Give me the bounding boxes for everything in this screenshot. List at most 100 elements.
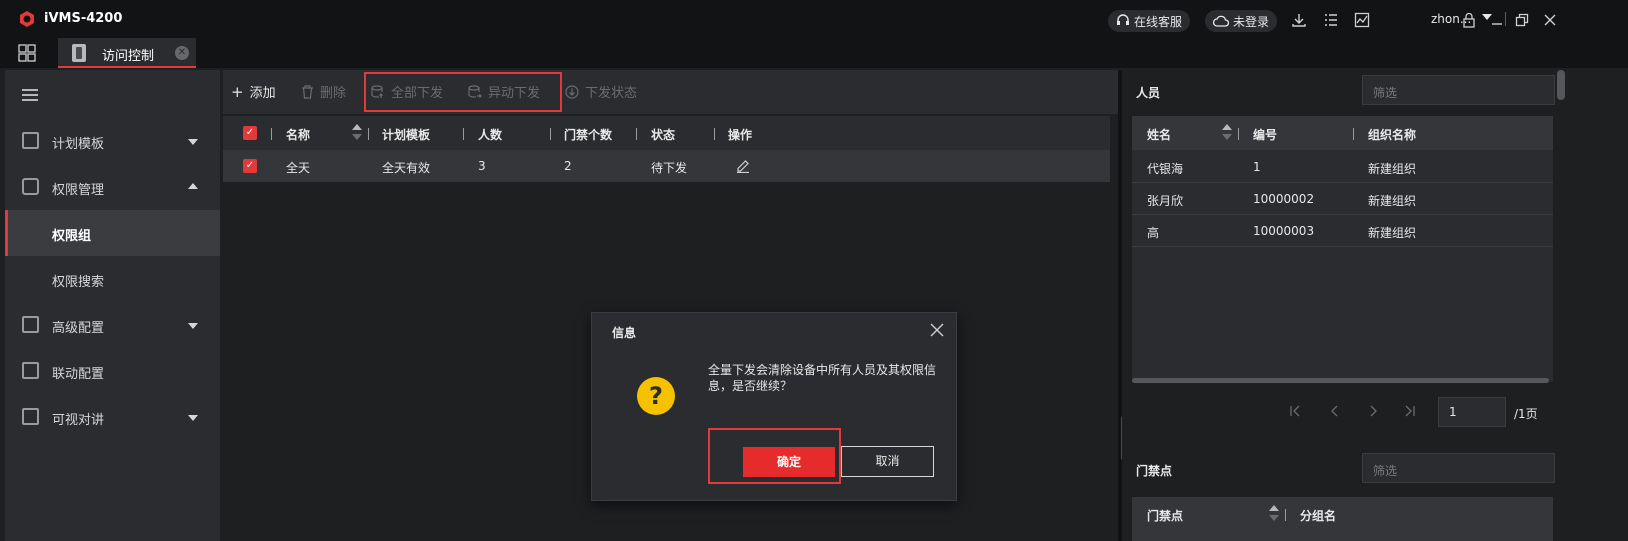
sidebar-item-permission-group[interactable]: 权限组 [5, 210, 220, 256]
headset-icon [1117, 14, 1129, 25]
tab-close-icon[interactable]: ✕ [175, 46, 189, 60]
cell-org: 新建组织 [1368, 162, 1417, 176]
monitor-chart-icon[interactable] [1353, 11, 1371, 29]
cell-person-name: 张月欣 [1147, 194, 1184, 208]
delete-button[interactable]: 删除 [301, 82, 346, 101]
menu-toggle-icon[interactable] [22, 89, 38, 101]
sidebar-item-permission-search[interactable]: 权限搜索 [5, 256, 220, 302]
cell-people: 3 [478, 159, 486, 173]
sidebar-item-linkage-config[interactable]: 联动配置 [5, 348, 220, 394]
intercom-icon [22, 408, 39, 425]
sidebar-item-permission-management[interactable]: 权限管理 [5, 164, 220, 210]
sidebar: 计划模板 权限管理 权限组 权限搜索 高级配置 联动配置 可视对讲 [5, 70, 220, 541]
sort-icon[interactable] [352, 122, 362, 144]
column-divider [550, 128, 551, 140]
tab-label: 访问控制 [102, 49, 155, 64]
chevron-down-icon [188, 415, 198, 421]
table-row[interactable]: 高 10000003 新建组织 [1132, 215, 1553, 247]
table-row[interactable]: 张月欣 10000002 新建组织 [1132, 183, 1553, 215]
sidebar-item-label: 权限搜索 [52, 275, 105, 290]
apply-status-label: 下发状态 [585, 86, 638, 101]
toolbar: + 添加 删除 全部下发 异动下发 下发状态 [223, 70, 1118, 114]
close-icon[interactable] [929, 322, 945, 338]
plus-icon: + [231, 82, 244, 101]
task-list-icon[interactable] [1322, 11, 1340, 29]
previous-page-icon[interactable] [1328, 404, 1342, 418]
online-service-button[interactable]: 在线客服 [1108, 10, 1191, 32]
app-title: iVMS-4200 [44, 11, 123, 26]
select-all-checkbox[interactable]: ✓ [243, 126, 257, 140]
horizontal-scrollbar[interactable] [1132, 378, 1549, 383]
sidebar-item-label: 高级配置 [52, 321, 105, 336]
edit-icon[interactable] [736, 159, 750, 173]
cell-person-id: 10000003 [1253, 224, 1315, 238]
column-divider [1285, 509, 1286, 521]
people-table: 姓名 编号 组织名称 代银海 1 新建组织 张月欣 10000002 新建组织 … [1132, 116, 1553, 382]
row-checkbox[interactable]: ✓ [243, 159, 257, 173]
sidebar-item-schedule-template[interactable]: 计划模板 [5, 118, 220, 164]
sort-icon[interactable] [1269, 503, 1279, 525]
add-label: 添加 [249, 86, 276, 101]
add-button[interactable]: + 添加 [231, 82, 276, 102]
restore-icon[interactable] [1513, 11, 1531, 29]
close-icon[interactable] [1541, 11, 1559, 29]
chevron-down-icon [188, 323, 198, 329]
login-button[interactable]: 未登录 [1205, 10, 1278, 32]
tab-access-control[interactable]: 访问控制 ✕ [58, 38, 196, 68]
last-page-icon[interactable] [1403, 404, 1417, 418]
minimize-icon[interactable] [1488, 11, 1506, 29]
doors-filter-input[interactable]: 筛选 [1362, 453, 1555, 483]
cell-name: 全天 [286, 161, 311, 175]
linkage-icon [22, 362, 39, 379]
column-divider [636, 128, 637, 140]
doors-table-header: 门禁点 分组名 [1132, 497, 1553, 541]
cloud-icon [1213, 15, 1229, 27]
column-header-door[interactable]: 门禁点 [1147, 507, 1183, 524]
window-edge [1567, 70, 1628, 541]
tab-bar: 访问控制 ✕ [0, 36, 1628, 68]
first-page-icon[interactable] [1288, 404, 1302, 418]
column-divider [1238, 128, 1239, 140]
column-divider [271, 128, 272, 140]
lock-icon[interactable] [1460, 11, 1478, 29]
chevron-down-icon [188, 139, 198, 145]
column-header-org: 组织名称 [1368, 128, 1417, 142]
cancel-button[interactable]: 取消 [841, 446, 934, 477]
column-header-name[interactable]: 名称 [286, 126, 310, 143]
table-row[interactable]: ✓ 全天 全天有效 3 2 待下发 [223, 150, 1110, 182]
cell-status: 待下发 [651, 161, 688, 175]
next-page-icon[interactable] [1366, 404, 1380, 418]
doors-table: 门禁点 分组名 [1132, 497, 1553, 541]
column-header-group: 分组名 [1300, 509, 1337, 523]
people-table-header: 姓名 编号 组织名称 [1132, 116, 1553, 150]
cell-org: 新建组织 [1368, 226, 1417, 240]
cell-doors: 2 [564, 159, 572, 173]
door-icon [72, 44, 86, 62]
app-grid-icon[interactable] [18, 44, 36, 62]
advanced-config-icon [22, 316, 39, 333]
highlight-box [708, 428, 841, 484]
sidebar-item-label: 权限组 [52, 229, 92, 244]
apply-status-button[interactable]: 下发状态 [565, 82, 637, 101]
people-filter-input[interactable]: 筛选 [1362, 75, 1555, 105]
column-header-template: 计划模板 [382, 128, 431, 142]
download-icon[interactable] [1290, 11, 1308, 29]
column-header-people: 人数 [478, 128, 503, 142]
highlight-box [364, 72, 562, 112]
sort-icon[interactable] [1222, 122, 1232, 144]
online-service-label: 在线客服 [1134, 14, 1183, 29]
column-divider [368, 128, 369, 140]
column-header-status: 状态 [651, 128, 676, 142]
doors-title: 门禁点 [1136, 464, 1173, 478]
download-circle-icon [565, 84, 579, 99]
sidebar-item-advanced-config[interactable]: 高级配置 [5, 302, 220, 348]
cell-person-name: 高 [1147, 226, 1160, 240]
sidebar-item-label: 权限管理 [52, 183, 105, 198]
sidebar-item-video-intercom[interactable]: 可视对讲 [5, 394, 220, 440]
column-header-person-name[interactable]: 姓名 [1147, 126, 1171, 143]
title-bar: iVMS-4200 在线客服 未登录 zhon... [0, 0, 1628, 36]
page-number-input[interactable]: 1 [1438, 397, 1506, 427]
vertical-scrollbar[interactable] [1557, 70, 1565, 100]
column-divider [1353, 128, 1354, 140]
table-row[interactable]: 代银海 1 新建组织 [1132, 151, 1553, 183]
